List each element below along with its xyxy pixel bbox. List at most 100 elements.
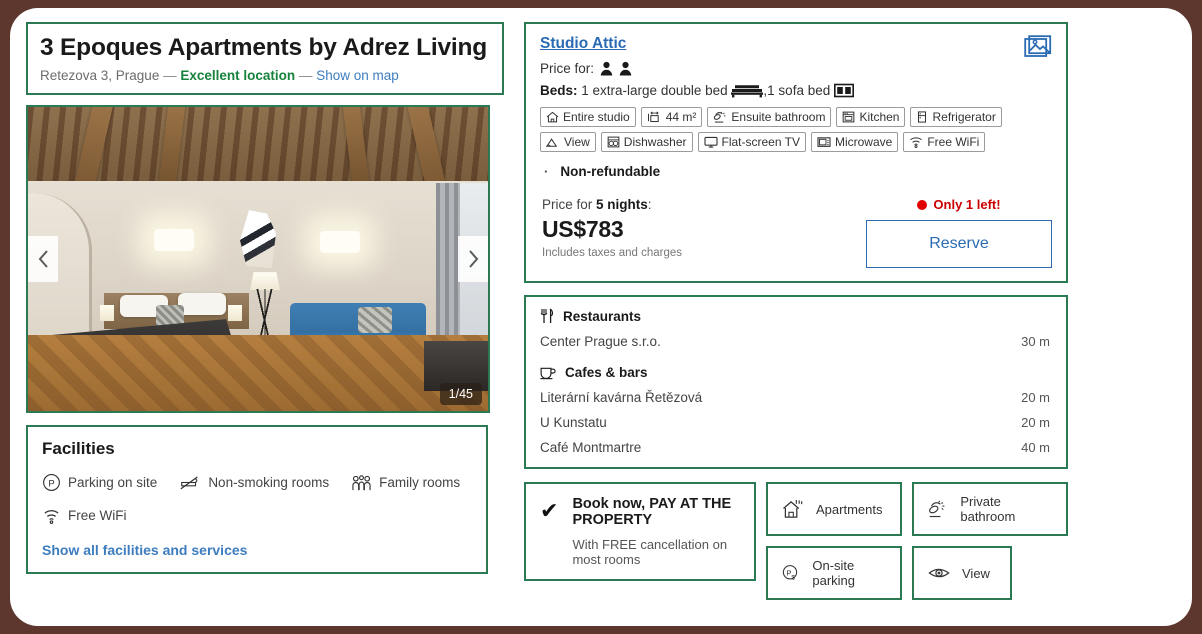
reserve-button[interactable]: Reserve [866,220,1052,268]
cafes-title: Cafes & bars [565,365,648,380]
microwave-icon [817,137,831,147]
facility-label: Parking on site [68,475,158,491]
property-tile-apartments[interactable]: Apartments [766,482,902,536]
amenity-label: Free WiFi [927,135,980,149]
wall-light-right [320,231,360,254]
property-tiles-row-2: P $ On-site parking View [766,546,1068,600]
room-name-link[interactable]: Studio Attic [540,35,626,53]
family-rooms-icon [352,475,371,491]
amenity-chip-kitchen: Kitchen [836,107,906,127]
page-content: 3 Epoques Apartments by Adrez Living Ret… [10,8,1192,626]
restaurant-icon [540,308,554,323]
bottom-row: ✔ Book now, PAY AT THE PROPERTY With FRE… [524,482,1068,600]
amenity-chip-area: 44 m² [640,107,703,127]
facilities-row-2: Free WiFi [42,506,472,525]
cafes-heading: Cafes & bars [540,365,1050,380]
place-name: Literární kavárna Řetězová [540,390,703,405]
amenity-label: Entire studio [563,110,630,124]
price-amount: US$783 [542,216,624,242]
sofa-cushion [358,307,392,334]
subline-dash-1: — [163,68,177,84]
place-name: U Kunstatu [540,415,607,430]
private-bathroom-icon [929,500,945,518]
nightstand-lamp-left [100,305,114,322]
book-now-card: ✔ Book now, PAY AT THE PROPERTY With FRE… [524,482,756,581]
price-nights-line: Price for 5 nights: [542,197,682,212]
chevron-left-icon [38,250,48,268]
facilities-row-1: P Parking on site Non-smoking rooms Fami… [42,473,472,492]
svg-text:$: $ [791,574,795,581]
kitchen-icon [843,111,855,123]
amenity-label: Ensuite bathroom [731,110,826,124]
show-on-map-link[interactable]: Show on map [316,68,399,83]
tile-label: Apartments [816,501,883,517]
room-offer-card: Studio Attic Price for: Beds: 1 extra-la… [524,22,1068,283]
price-taxes-note: Includes taxes and charges [542,247,683,259]
person-icon [600,61,613,76]
room-policy-row: · Non-refundable [540,164,1052,179]
amenity-chip-view: View [540,132,596,152]
property-photo-gallery[interactable]: 1/45 [26,105,490,414]
bed-primary-label: 1 extra-large double bed [581,83,728,98]
price-suffix: : [647,197,652,212]
amenity-chip-ensuite-bathroom: Ensuite bathroom [707,107,832,127]
facility-label: Non-smoking rooms [208,475,330,491]
restaurants-title: Restaurants [563,308,642,324]
amenity-label: Microwave [834,135,893,149]
photo-gallery-icon [1024,35,1052,57]
nearby-places-card: Restaurants Center Prague s.r.o. 30 m Ca… [524,295,1068,469]
place-distance: 20 m [1021,390,1050,405]
amenity-chip-microwave: Microwave [810,132,899,152]
location-rating: Excellent location [180,68,296,84]
person-icon [619,61,632,76]
place-distance: 20 m [1021,415,1050,430]
property-subline: Retezova 3, Prague — Excellent location … [40,68,490,83]
amenity-chip-flat-screen-tv: Flat-screen TV [697,132,806,152]
amenity-chip-free-wifi: Free WiFi [903,132,986,152]
beds-label: Beds: [540,83,578,98]
alert-dot-icon [917,199,928,210]
gallery-next-button[interactable] [458,236,488,283]
policy-bullet: · [544,164,549,179]
tile-label: On-site parking [812,558,856,588]
gallery-prev-button[interactable] [28,236,58,283]
price-for-label: Price for: [540,61,595,76]
checkmark-icon: ✔ [540,498,559,523]
dishwasher-icon [607,136,620,148]
property-tile-onsite-parking[interactable]: P $ On-site parking [766,546,902,600]
amenity-label: View [564,135,590,149]
room-photo [28,107,488,412]
amenity-label: Kitchen [859,110,900,124]
room-photos-button[interactable] [1024,35,1054,61]
tile-label: View [962,565,990,581]
property-highlight-tiles: Apartments Private bathroom P $ On-site … [766,482,1068,600]
subline-dash-2: — [298,68,313,84]
restaurants-heading: Restaurants [540,308,1050,324]
left-column: 3 Epoques Apartments by Adrez Living Ret… [26,22,504,575]
property-tiles-row-1: Apartments Private bathroom [766,482,1068,536]
amenity-label: Dishwasher [623,135,687,149]
nightstand-lamp-right [228,305,242,322]
home-icon [546,111,559,123]
facility-parking-on-site: P Parking on site [42,473,157,492]
bed-secondary-label: 1 sofa bed [767,83,831,98]
room-amenity-chips: Entire studio 44 m² Ensuite bathroom Kit… [540,107,1040,152]
availability-warning: Only 1 left! [866,197,1052,212]
amenity-chip-refrigerator: Refrigerator [910,107,1002,127]
property-tile-view[interactable]: View [912,546,1012,600]
nearby-place-row: Center Prague s.r.o. 30 m [540,334,1050,349]
property-tile-private-bathroom[interactable]: Private bathroom [912,482,1068,536]
two-column-layout: 3 Epoques Apartments by Adrez Living Ret… [26,22,1176,600]
facility-non-smoking-rooms: Non-smoking rooms [179,473,329,492]
view-icon [546,137,558,147]
show-all-facilities-link[interactable]: Show all facilities and services [42,542,472,558]
facility-family-rooms: Family rooms [351,473,460,492]
place-distance: 30 m [1021,334,1050,349]
nearby-place-row: Literární kavárna Řetězová 20 m [540,390,1050,405]
shower-icon [714,111,726,123]
facility-label: Free WiFi [68,508,127,524]
price-prefix: Price for [542,197,593,212]
price-and-reserve-block: Price for 5 nights: US$783 Includes taxe… [540,197,1052,268]
facility-label: Family rooms [379,475,461,491]
amenity-chip-entire-studio: Entire studio [540,107,636,127]
